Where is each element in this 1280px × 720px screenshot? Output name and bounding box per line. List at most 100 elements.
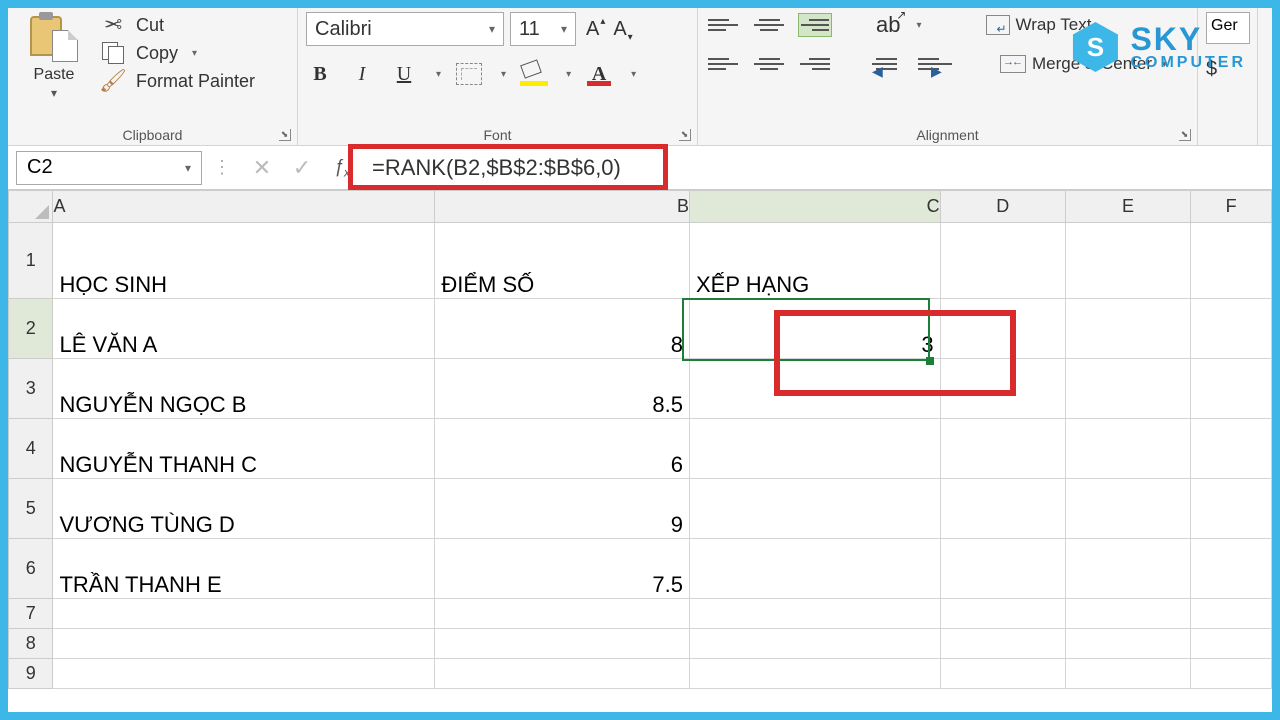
cell-a3[interactable]: NGUYỄN NGỌC B <box>53 359 435 419</box>
cell-b7[interactable] <box>435 599 690 629</box>
row-header-9[interactable]: 9 <box>9 659 53 689</box>
col-header-c[interactable]: C <box>689 191 940 223</box>
cell-f2[interactable] <box>1191 299 1272 359</box>
underline-dropdown-icon[interactable]: ▾ <box>436 69 441 80</box>
accept-formula-button[interactable]: ✓ <box>282 155 322 181</box>
font-name-select[interactable]: Calibri ▾ <box>306 12 504 46</box>
paste-button[interactable]: Paste ▾ <box>16 12 92 100</box>
col-header-e[interactable]: E <box>1065 191 1190 223</box>
cell-b6[interactable]: 7.5 <box>435 539 690 599</box>
cell-f1[interactable] <box>1191 223 1272 299</box>
align-bottom-button[interactable] <box>798 13 832 37</box>
cell-c4[interactable] <box>689 419 940 479</box>
fill-color-button[interactable] <box>520 60 548 88</box>
cell-c2[interactable]: 3 <box>689 299 940 359</box>
copy-dropdown-icon[interactable]: ▾ <box>192 48 197 59</box>
row-header-5[interactable]: 5 <box>9 479 53 539</box>
cell-d3[interactable] <box>940 359 1065 419</box>
copy-button[interactable]: Copy ▾ <box>100 42 255 64</box>
align-middle-button[interactable] <box>752 13 786 37</box>
cell-a9[interactable] <box>53 659 435 689</box>
cell-d8[interactable] <box>940 629 1065 659</box>
formula-input[interactable]: =RANK(B2,$B$2:$B$6,0) <box>362 151 1272 185</box>
row-header-7[interactable]: 7 <box>9 599 53 629</box>
italic-button[interactable]: I <box>348 60 376 88</box>
cell-a7[interactable] <box>53 599 435 629</box>
cell-f4[interactable] <box>1191 419 1272 479</box>
cell-b8[interactable] <box>435 629 690 659</box>
bold-button[interactable]: B <box>306 60 334 88</box>
cell-a1[interactable]: HỌC SINH <box>53 223 435 299</box>
cell-e2[interactable] <box>1065 299 1190 359</box>
cell-e5[interactable] <box>1065 479 1190 539</box>
col-header-d[interactable]: D <box>940 191 1065 223</box>
cell-b4[interactable]: 6 <box>435 419 690 479</box>
cell-c9[interactable] <box>689 659 940 689</box>
align-left-button[interactable] <box>706 52 740 76</box>
cell-b9[interactable] <box>435 659 690 689</box>
fx-icon[interactable]: ƒx <box>322 156 362 180</box>
cell-d5[interactable] <box>940 479 1065 539</box>
spreadsheet-grid[interactable]: A B C D E F 1 HỌC SINH ĐIỂM SỐ XẾP HẠNG … <box>8 190 1272 712</box>
cell-a2[interactable]: LÊ VĂN A <box>53 299 435 359</box>
cell-e4[interactable] <box>1065 419 1190 479</box>
cell-f3[interactable] <box>1191 359 1272 419</box>
paste-dropdown-icon[interactable]: ▾ <box>51 86 57 100</box>
row-header-1[interactable]: 1 <box>9 223 53 299</box>
cell-f7[interactable] <box>1191 599 1272 629</box>
row-header-2[interactable]: 2 <box>9 299 53 359</box>
cancel-formula-button[interactable]: ✕ <box>242 155 282 181</box>
cell-f5[interactable] <box>1191 479 1272 539</box>
col-header-a[interactable]: A <box>53 191 435 223</box>
font-color-button[interactable]: A <box>585 62 613 86</box>
cell-a4[interactable]: NGUYỄN THANH C <box>53 419 435 479</box>
orientation-dropdown-icon[interactable]: ▾ <box>916 20 921 31</box>
cell-c8[interactable] <box>689 629 940 659</box>
decrease-font-button[interactable]: A <box>609 18 630 41</box>
font-size-select[interactable]: 11 ▾ <box>510 12 576 46</box>
cell-a8[interactable] <box>53 629 435 659</box>
name-box[interactable]: C2 ▾ <box>16 151 202 185</box>
orientation-button[interactable]: ab <box>876 12 900 38</box>
align-right-button[interactable] <box>798 52 832 76</box>
cell-d4[interactable] <box>940 419 1065 479</box>
cell-d9[interactable] <box>940 659 1065 689</box>
cell-c3[interactable] <box>689 359 940 419</box>
cell-b3[interactable]: 8.5 <box>435 359 690 419</box>
cell-b2[interactable]: 8 <box>435 299 690 359</box>
font-launcher-icon[interactable]: ⬊ <box>679 129 691 141</box>
clipboard-launcher-icon[interactable]: ⬊ <box>279 129 291 141</box>
cell-e6[interactable] <box>1065 539 1190 599</box>
cell-b1[interactable]: ĐIỂM SỐ <box>435 223 690 299</box>
cell-c6[interactable] <box>689 539 940 599</box>
row-header-3[interactable]: 3 <box>9 359 53 419</box>
cell-b5[interactable]: 9 <box>435 479 690 539</box>
format-painter-button[interactable]: 🖌 Format Painter <box>100 70 255 92</box>
cell-e1[interactable] <box>1065 223 1190 299</box>
cell-f8[interactable] <box>1191 629 1272 659</box>
font-color-dropdown-icon[interactable]: ▾ <box>631 69 636 80</box>
cell-c5[interactable] <box>689 479 940 539</box>
cell-e7[interactable] <box>1065 599 1190 629</box>
cell-e3[interactable] <box>1065 359 1190 419</box>
underline-button[interactable]: U <box>390 60 418 88</box>
select-all-corner[interactable] <box>9 191 53 223</box>
cut-button[interactable]: ✂ Cut <box>100 14 255 36</box>
fill-dropdown-icon[interactable]: ▾ <box>566 69 571 80</box>
increase-font-button[interactable]: A <box>582 18 603 41</box>
borders-button[interactable] <box>455 60 483 88</box>
row-header-4[interactable]: 4 <box>9 419 53 479</box>
cell-f6[interactable] <box>1191 539 1272 599</box>
align-center-button[interactable] <box>752 52 786 76</box>
cell-c1[interactable]: XẾP HẠNG <box>689 223 940 299</box>
cell-a6[interactable]: TRẦN THANH E <box>53 539 435 599</box>
cell-d7[interactable] <box>940 599 1065 629</box>
row-header-8[interactable]: 8 <box>9 629 53 659</box>
borders-dropdown-icon[interactable]: ▾ <box>501 69 506 80</box>
alignment-launcher-icon[interactable]: ⬊ <box>1179 129 1191 141</box>
col-header-b[interactable]: B <box>435 191 690 223</box>
cell-e9[interactable] <box>1065 659 1190 689</box>
cell-f9[interactable] <box>1191 659 1272 689</box>
cell-a5[interactable]: VƯƠNG TÙNG D <box>53 479 435 539</box>
decrease-indent-button[interactable]: ◀ <box>876 52 906 76</box>
